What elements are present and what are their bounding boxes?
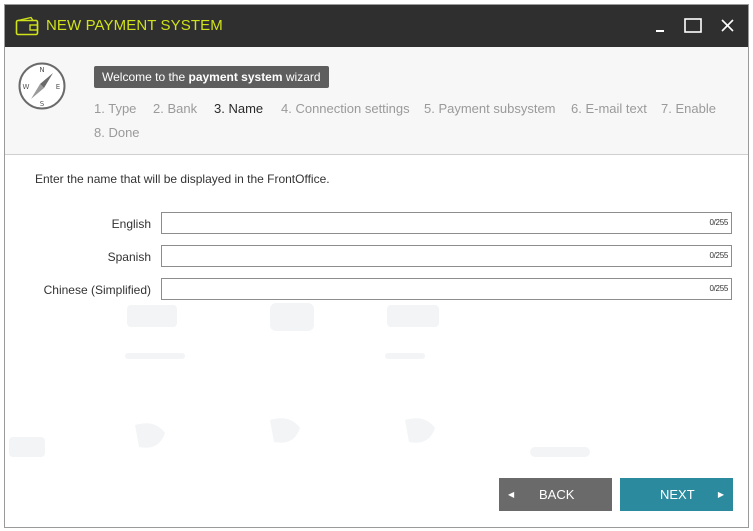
next-button-label: NEXT bbox=[660, 487, 695, 502]
next-button[interactable]: NEXT ▶ bbox=[620, 478, 733, 511]
background-watermark bbox=[9, 303, 590, 457]
form-instruction: Enter the name that will be displayed in… bbox=[35, 172, 330, 186]
spanish-char-counter: 0/255 bbox=[709, 251, 728, 260]
back-button[interactable]: ◀ BACK bbox=[499, 478, 612, 511]
close-icon[interactable] bbox=[718, 17, 738, 35]
wizard-window: NEW PAYMENT SYSTEM N S E W Welcome to th… bbox=[4, 4, 749, 528]
compass-south-label: S bbox=[40, 100, 45, 108]
spanish-label: Spanish bbox=[107, 250, 151, 264]
chinese-name-field[interactable]: 0/255 bbox=[161, 278, 732, 300]
chinese-name-input[interactable] bbox=[162, 279, 690, 299]
chinese-char-counter: 0/255 bbox=[709, 284, 728, 293]
english-name-field[interactable]: 0/255 bbox=[161, 212, 732, 234]
english-char-counter: 0/255 bbox=[709, 218, 728, 227]
welcome-prefix: Welcome to the bbox=[102, 70, 189, 84]
spanish-name-field[interactable]: 0/255 bbox=[161, 245, 732, 267]
chevron-left-icon: ◀ bbox=[508, 490, 515, 499]
compass-east-label: E bbox=[56, 83, 60, 91]
chinese-label: Chinese (Simplified) bbox=[43, 283, 151, 297]
step-name[interactable]: 3. Name bbox=[214, 101, 263, 116]
step-enable[interactable]: 7. Enable bbox=[661, 101, 716, 116]
english-name-input[interactable] bbox=[162, 213, 690, 233]
wallet-icon bbox=[15, 16, 39, 36]
compass-icon: N S E W bbox=[18, 62, 66, 110]
window-title: NEW PAYMENT SYSTEM bbox=[46, 17, 223, 34]
english-label: English bbox=[111, 217, 151, 231]
step-done[interactable]: 8. Done bbox=[94, 125, 140, 140]
step-email-text[interactable]: 6. E-mail text bbox=[571, 101, 647, 116]
step-bank[interactable]: 2. Bank bbox=[153, 101, 197, 116]
welcome-banner: Welcome to the payment system wizard bbox=[94, 66, 329, 88]
step-payment-subsystem[interactable]: 5. Payment subsystem bbox=[424, 101, 556, 116]
compass-west-label: W bbox=[23, 83, 30, 91]
spanish-name-input[interactable] bbox=[162, 246, 690, 266]
back-button-label: BACK bbox=[539, 487, 575, 502]
step-type[interactable]: 1. Type bbox=[94, 101, 136, 116]
welcome-suffix: wizard bbox=[282, 70, 321, 84]
title-bar: NEW PAYMENT SYSTEM bbox=[5, 5, 748, 47]
compass-north-label: N bbox=[39, 66, 44, 74]
welcome-bold: payment system bbox=[188, 70, 283, 84]
minimize-icon[interactable] bbox=[650, 17, 670, 35]
step-connection-settings[interactable]: 4. Connection settings bbox=[281, 101, 410, 116]
chevron-right-icon: ▶ bbox=[717, 490, 724, 499]
wizard-header: N S E W Welcome to the payment system wi… bbox=[5, 47, 748, 155]
maximize-icon[interactable] bbox=[683, 17, 703, 35]
